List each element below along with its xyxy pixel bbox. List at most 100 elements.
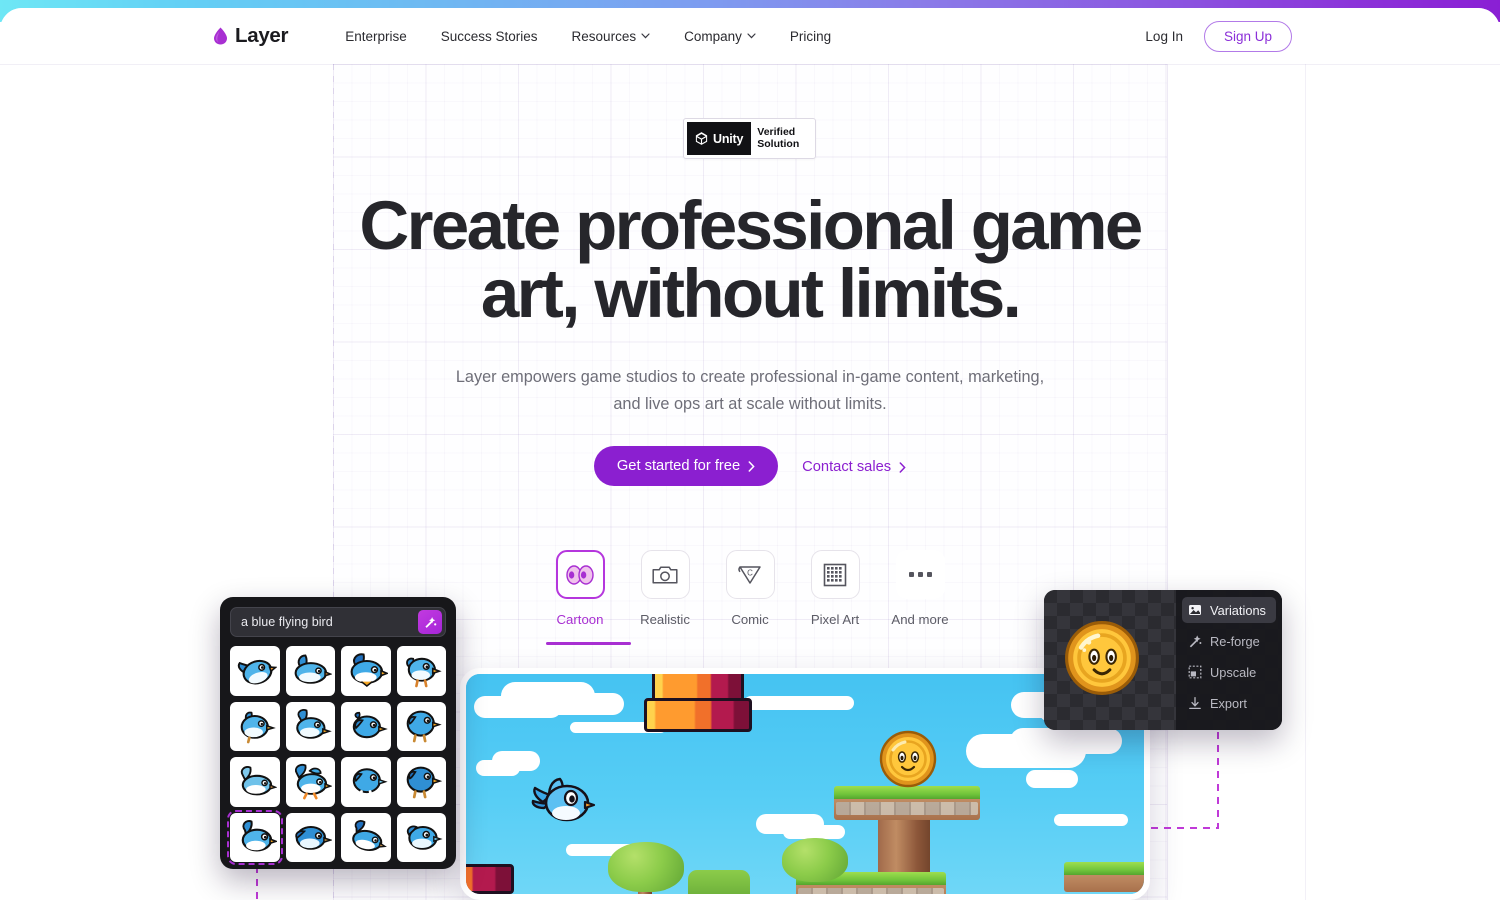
thumbnail[interactable] bbox=[285, 812, 335, 862]
login-link[interactable]: Log In bbox=[1145, 29, 1183, 44]
menu-item-upscale[interactable]: Upscale bbox=[1182, 659, 1276, 685]
gold-coin-character[interactable] bbox=[1064, 620, 1140, 696]
platform-grass bbox=[1064, 862, 1144, 876]
menu-item-export[interactable]: Export bbox=[1182, 690, 1276, 716]
unity-badge-brand: Unity bbox=[687, 122, 752, 155]
scene-pipe-bottom-left bbox=[466, 864, 514, 894]
tab-and-more[interactable]: And more bbox=[891, 550, 949, 627]
badge-line-1: Verified bbox=[757, 126, 796, 139]
chevron-right-icon bbox=[899, 461, 906, 473]
comic-gem-icon: C bbox=[738, 565, 761, 584]
chevron-down-icon bbox=[641, 33, 650, 39]
thumbnail[interactable] bbox=[341, 812, 391, 862]
tab-cartoon-icon-box bbox=[555, 550, 605, 599]
download-icon bbox=[1189, 696, 1201, 710]
bush bbox=[688, 870, 750, 894]
asset-preview-panel: Variations Re-forge Upscale Export bbox=[1044, 590, 1282, 730]
nav-link-company[interactable]: Company bbox=[667, 29, 773, 44]
cloud bbox=[474, 696, 562, 718]
thumbnail[interactable] bbox=[341, 701, 391, 751]
generate-button[interactable] bbox=[418, 610, 442, 634]
thumbnail[interactable] bbox=[285, 646, 335, 696]
menu-item-variations[interactable]: Variations bbox=[1182, 597, 1276, 623]
thumbnail[interactable] bbox=[285, 757, 335, 807]
gold-coin-sprite bbox=[879, 730, 937, 788]
platform-stone bbox=[836, 802, 978, 815]
thumbnail[interactable] bbox=[230, 757, 280, 807]
nav-link-enterprise[interactable]: Enterprise bbox=[328, 29, 424, 44]
tab-comic[interactable]: C Comic bbox=[724, 550, 776, 627]
menu-item-re-forge[interactable]: Re-forge bbox=[1182, 628, 1276, 654]
tab-realistic[interactable]: Realistic bbox=[639, 550, 691, 627]
navbar-right: Log In Sign Up bbox=[1145, 20, 1292, 52]
platform-stone bbox=[798, 888, 944, 894]
page-title: Create professional game art, without li… bbox=[333, 191, 1167, 333]
game-scene-canvas bbox=[466, 674, 1144, 894]
prompt-panel bbox=[220, 597, 456, 869]
asset-context-menu: Variations Re-forge Upscale Export bbox=[1176, 590, 1282, 730]
contact-sales-label: Contact sales bbox=[802, 459, 892, 475]
nav-link-success-stories[interactable]: Success Stories bbox=[424, 29, 555, 44]
variation-thumbnail-grid bbox=[227, 646, 446, 865]
tab-pixel-art-label: Pixel Art bbox=[810, 612, 860, 627]
platform-grass bbox=[834, 786, 980, 800]
tab-active-underline bbox=[546, 642, 631, 645]
navbar-left: Layer Enterprise Success Stories Resourc… bbox=[213, 24, 848, 48]
pipe-cap bbox=[644, 698, 752, 732]
pipe-cap bbox=[466, 864, 514, 894]
headline-line-2: art, without limits. bbox=[480, 255, 1022, 333]
cloud bbox=[1026, 770, 1078, 788]
prompt-input-row bbox=[230, 607, 446, 637]
nav-link-pricing[interactable]: Pricing bbox=[773, 29, 848, 44]
chevron-down-icon bbox=[747, 33, 756, 39]
chevron-right-icon bbox=[748, 460, 755, 472]
tab-pixel-art[interactable]: Pixel Art bbox=[809, 550, 861, 627]
thumbnail[interactable] bbox=[230, 646, 280, 696]
contact-sales-link[interactable]: Contact sales bbox=[802, 457, 906, 475]
tab-comic-icon-box: C bbox=[725, 550, 775, 599]
camera-icon bbox=[652, 565, 678, 584]
thumbnail[interactable] bbox=[341, 646, 391, 696]
get-started-label: Get started for free bbox=[616, 458, 741, 474]
cloud bbox=[1054, 814, 1128, 826]
thumbnail[interactable] bbox=[285, 701, 335, 751]
brand-name: Layer bbox=[235, 24, 289, 47]
magic-wand-icon bbox=[1189, 635, 1202, 648]
thumbnail[interactable] bbox=[396, 757, 446, 807]
cloud bbox=[744, 696, 854, 710]
hero-subheading: Layer empowers game studios to create pr… bbox=[455, 368, 1045, 414]
navbar-divider bbox=[0, 64, 1500, 65]
thumbnail-selected[interactable] bbox=[227, 809, 283, 865]
cta-row: Get started for free Contact sales bbox=[333, 446, 1167, 486]
navbar: Layer Enterprise Success Stories Resourc… bbox=[0, 8, 1500, 64]
nav-link-label: Enterprise bbox=[345, 28, 407, 44]
nav-link-resources[interactable]: Resources bbox=[555, 29, 668, 44]
nav-link-label: Company bbox=[684, 28, 742, 44]
tab-and-more-icon-box bbox=[895, 550, 945, 599]
thumbnail[interactable] bbox=[396, 646, 446, 696]
ellipsis-icon bbox=[908, 572, 932, 577]
menu-item-label: Variations bbox=[1210, 602, 1266, 618]
scene-platform-high bbox=[834, 786, 980, 820]
unity-wordmark: Unity bbox=[713, 131, 744, 146]
unity-cube-icon bbox=[695, 132, 708, 145]
scene-pipe-top bbox=[644, 674, 752, 732]
signup-button[interactable]: Sign Up bbox=[1203, 20, 1292, 52]
cloud bbox=[756, 814, 824, 834]
svg-text:C: C bbox=[747, 568, 753, 577]
tree-canopy bbox=[608, 842, 684, 892]
droplet-icon bbox=[214, 27, 227, 45]
prompt-input[interactable] bbox=[241, 615, 412, 629]
unity-verified-solution-badge: Unity Verified Solution bbox=[683, 118, 816, 159]
brand-logo[interactable]: Layer bbox=[213, 24, 289, 48]
tab-and-more-label: And more bbox=[891, 612, 949, 627]
thumbnail[interactable] bbox=[341, 757, 391, 807]
page-root: Layer Enterprise Success Stories Resourc… bbox=[0, 0, 1500, 900]
thumbnail[interactable] bbox=[230, 701, 280, 751]
get-started-button[interactable]: Get started for free bbox=[593, 446, 779, 486]
style-tabs: Cartoon Realistic C Comic Pixel Art And … bbox=[333, 550, 1167, 645]
thumbnail[interactable] bbox=[396, 812, 446, 862]
thumbnail[interactable] bbox=[396, 701, 446, 751]
tab-cartoon[interactable]: Cartoon bbox=[546, 550, 631, 645]
blue-bird-sprite bbox=[531, 777, 596, 822]
